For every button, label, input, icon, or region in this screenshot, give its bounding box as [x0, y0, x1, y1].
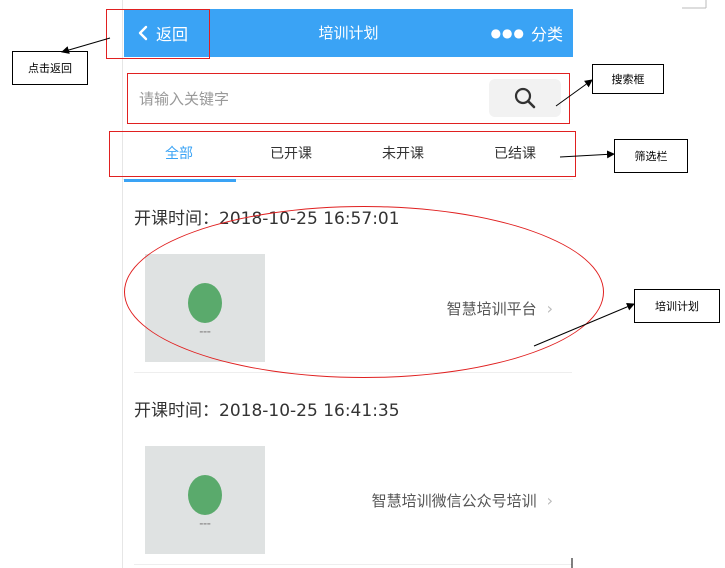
annotation-plan-ellipse	[124, 206, 604, 378]
thumbnail-logo-icon	[188, 474, 222, 515]
course-start-time: 开课时间：2018-10-25 16:41:35	[134, 401, 400, 421]
course-thumbnail[interactable]: ▬▬▬	[145, 446, 265, 554]
course-item[interactable]: 智慧培训微信公众号培训 ›	[372, 490, 553, 511]
annotation-plan-label: 培训计划	[634, 289, 720, 323]
category-button[interactable]: ●●● 分类	[491, 9, 563, 57]
annotation-filter-label: 筛选栏	[614, 139, 688, 173]
annotation-search-box	[127, 73, 570, 124]
annotation-back-label: 点击返回	[12, 51, 88, 85]
divider	[134, 564, 572, 565]
thumbnail-caption: ▬▬▬	[199, 520, 211, 526]
annotation-filter-box	[109, 131, 576, 177]
annotation-back-box	[106, 9, 210, 59]
category-label: 分类	[530, 25, 563, 44]
annotation-search-label: 搜索框	[592, 64, 664, 94]
more-dots-icon: ●●●	[490, 26, 525, 40]
chevron-right-icon: ›	[546, 491, 553, 510]
course-name: 智慧培训微信公众号培训	[371, 492, 537, 510]
